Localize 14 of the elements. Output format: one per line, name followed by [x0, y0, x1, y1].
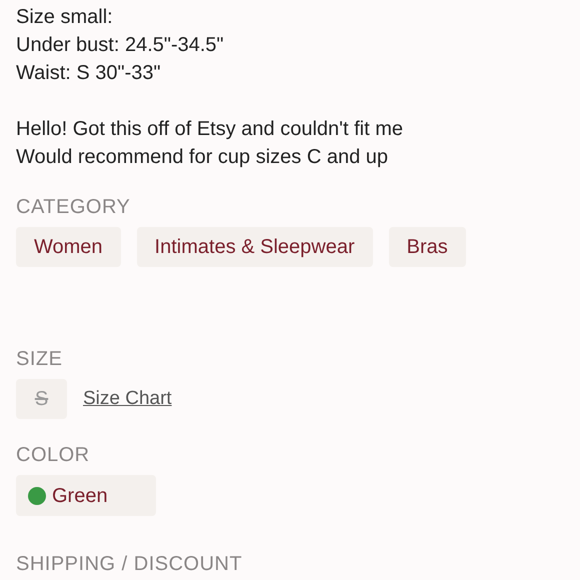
category-tag[interactable]: Women	[16, 227, 121, 267]
description-text: Would recommend for cup sizes C and up	[16, 145, 388, 170]
color-option[interactable]: Green	[16, 475, 156, 516]
description-text: Size small:	[16, 5, 113, 30]
section-heading: SIZE	[16, 347, 62, 371]
section-heading: CATEGORY	[16, 195, 130, 219]
description-text: Under bust: 24.5"-34.5"	[16, 33, 224, 58]
size-chart-link[interactable]: Size Chart	[83, 384, 172, 414]
section-heading: SHIPPING / DISCOUNT	[16, 552, 242, 576]
description-text: Waist: S 30"-33"	[16, 61, 161, 86]
category-tag[interactable]: Intimates & Sleepwear	[136, 227, 373, 267]
section-heading: COLOR	[16, 443, 90, 467]
description-text: Hello! Got this off of Etsy and couldn't fit me	[16, 117, 403, 142]
category-tag[interactable]: Bras	[388, 227, 466, 267]
